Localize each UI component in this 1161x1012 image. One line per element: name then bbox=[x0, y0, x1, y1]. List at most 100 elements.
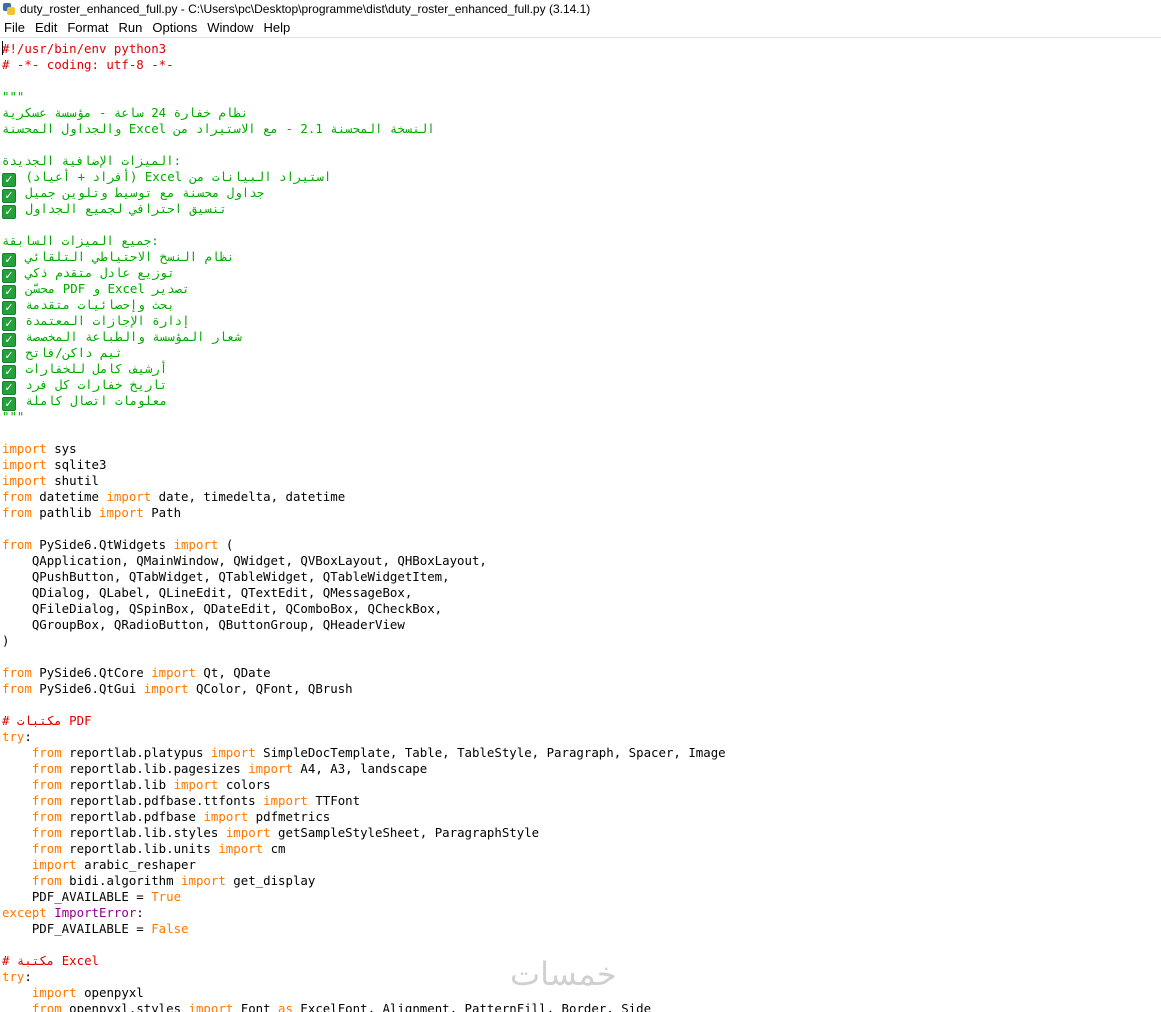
code-token: PySide6.QtGui bbox=[31, 681, 144, 696]
code-line: ) bbox=[2, 633, 9, 649]
code-line: # -*- coding: utf-8 -*- bbox=[2, 57, 174, 73]
code-token: reportlab.lib.units bbox=[61, 841, 219, 856]
code-line: from reportlab.platypus import SimpleDoc… bbox=[2, 745, 726, 761]
python-idle-icon bbox=[3, 2, 15, 15]
check-mark-icon: ✓ bbox=[2, 205, 16, 219]
code-line: from PySide6.QtCore import Qt, QDate bbox=[2, 665, 271, 681]
code-token: QDialog, QLabel, QLineEdit, QTextEdit, Q… bbox=[2, 585, 413, 600]
code-token: import bbox=[151, 665, 196, 680]
code-token: except bbox=[2, 905, 47, 920]
text-cursor bbox=[2, 41, 3, 55]
code-line: from reportlab.lib.units import cm bbox=[2, 841, 286, 857]
code-line: QGroupBox, QRadioButton, QButtonGroup, Q… bbox=[2, 617, 405, 633]
code-token: #!/usr/bin/env python3 bbox=[2, 41, 167, 56]
code-token: تنسيق احترافي لجميع الجداول bbox=[18, 201, 227, 216]
code-token: # -*- coding: utf-8 -*- bbox=[2, 57, 174, 72]
code-line: import openpyxl bbox=[2, 985, 144, 1001]
code-line: from bidi.algorithm import get_display bbox=[2, 873, 316, 889]
code-editor[interactable]: #!/usr/bin/env python3 # -*- coding: utf-… bbox=[0, 39, 1161, 1012]
code-token: date, timedelta, datetime bbox=[151, 489, 346, 504]
code-token: import bbox=[181, 873, 226, 888]
code-token: جداول محسنة مع توسيط وتلوين جميل bbox=[18, 185, 265, 200]
code-token: from bbox=[31, 745, 62, 760]
code-token: PySide6.QtWidgets bbox=[31, 537, 174, 552]
code-token: (أفراد + أعياد) Excel استيراد البيانات م… bbox=[18, 169, 332, 184]
code-line: from openpyxl.styles import Font as Exce… bbox=[2, 1001, 651, 1012]
code-line: ✓ جداول محسنة مع توسيط وتلوين جميل bbox=[2, 185, 265, 203]
code-token: get_display bbox=[225, 873, 316, 888]
code-token: توزيع عادل متقدم ذكي bbox=[18, 265, 175, 280]
code-token: أرشيف كامل للخفارات bbox=[18, 361, 168, 376]
menu-options[interactable]: Options bbox=[148, 20, 203, 35]
code-token: from bbox=[2, 537, 32, 552]
code-token: from bbox=[2, 489, 32, 504]
code-token: openpyxl bbox=[76, 985, 144, 1000]
code-token: PDF_AVAILABLE = bbox=[2, 921, 152, 936]
code-token: reportlab.pdfbase bbox=[61, 809, 204, 824]
code-token: from bbox=[31, 825, 62, 840]
code-line: """ bbox=[2, 409, 24, 425]
code-line: except ImportError: bbox=[2, 905, 144, 921]
code-line: ✓ محسّن PDF و Excel تصدير bbox=[2, 281, 190, 299]
code-token: import bbox=[143, 681, 189, 696]
code-token: import bbox=[31, 857, 77, 872]
code-line: from reportlab.pdfbase import pdfmetrics bbox=[2, 809, 330, 825]
code-token: from bbox=[2, 681, 32, 696]
code-line: ✓ بحث وإحصائيات متقدمة bbox=[2, 297, 175, 315]
code-token: reportlab.lib bbox=[61, 777, 174, 792]
code-line: from reportlab.lib.styles import getSamp… bbox=[2, 825, 539, 841]
menu-window[interactable]: Window bbox=[203, 20, 259, 35]
code-line: QDialog, QLabel, QLineEdit, QTextEdit, Q… bbox=[2, 585, 412, 601]
code-token: import bbox=[210, 745, 256, 760]
code-token: نظام خفارة 24 ساعة - مؤسسة عسكرية bbox=[2, 105, 249, 120]
code-token: from bbox=[31, 777, 62, 792]
code-token: from bbox=[31, 1001, 62, 1012]
code-token: TTFont bbox=[307, 793, 361, 808]
code-token: ExcelFont, Alignment, PatternFill, Borde… bbox=[292, 1001, 652, 1012]
code-line: ✓ إدارة الإجازات المعتمدة bbox=[2, 313, 190, 331]
code-line: ✓ نظام النسخ الاحتياطي التلقائي bbox=[2, 249, 235, 267]
code-token: نظام النسخ الاحتياطي التلقائي bbox=[18, 249, 235, 264]
code-token: PySide6.QtCore bbox=[31, 665, 152, 680]
code-token: شعار المؤسسة والطباعة المخصصة bbox=[18, 329, 242, 344]
code-line: #!/usr/bin/env python3 bbox=[2, 41, 166, 57]
code-token: import bbox=[98, 505, 144, 520]
code-line: QApplication, QMainWindow, QWidget, QVBo… bbox=[2, 553, 487, 569]
code-token: ثيم داكن/فاتح bbox=[18, 345, 123, 360]
code-token: بحث وإحصائيات متقدمة bbox=[18, 297, 175, 312]
menu-file[interactable]: File bbox=[0, 20, 31, 35]
code-token: import bbox=[2, 441, 47, 456]
code-token: PDF_AVAILABLE = bbox=[2, 889, 152, 904]
code-token: : bbox=[136, 905, 144, 920]
code-line: ✓ معلومات اتصال كاملة bbox=[2, 393, 167, 411]
code-token: import bbox=[188, 1001, 234, 1012]
code-token: False bbox=[151, 921, 189, 936]
code-token: QColor, QFont, QBrush bbox=[188, 681, 353, 696]
code-line: PDF_AVAILABLE = True bbox=[2, 889, 181, 905]
code-token: import bbox=[2, 457, 47, 472]
code-token: SimpleDocTemplate, Table, TableStyle, Pa… bbox=[255, 745, 726, 760]
code-line: PDF_AVAILABLE = False bbox=[2, 921, 189, 937]
code-token: QGroupBox, QRadioButton, QButtonGroup, Q… bbox=[2, 617, 405, 632]
menu-run[interactable]: Run bbox=[115, 20, 149, 35]
code-token: جميع الميزات السابقة: bbox=[2, 233, 159, 248]
code-token: sys bbox=[46, 441, 77, 456]
code-line: ✓ ثيم داكن/فاتح bbox=[2, 345, 123, 363]
code-token: import bbox=[31, 985, 77, 1000]
menu-bar: File Edit Format Run Options Window Help bbox=[0, 17, 1161, 38]
code-token: from bbox=[31, 761, 62, 776]
code-token: reportlab.lib.styles bbox=[61, 825, 226, 840]
code-line: ✓ (أفراد + أعياد) Excel استيراد البيانات… bbox=[2, 169, 332, 187]
code-line: الميزات الإضافية الجديدة: bbox=[2, 153, 181, 169]
code-token: from bbox=[31, 873, 62, 888]
menu-edit[interactable]: Edit bbox=[31, 20, 63, 35]
code-line: """ bbox=[2, 89, 24, 105]
code-token: import bbox=[263, 793, 308, 808]
code-token: ImportError bbox=[54, 905, 137, 920]
menu-format[interactable]: Format bbox=[63, 20, 114, 35]
menu-help[interactable]: Help bbox=[259, 20, 296, 35]
code-token: datetime bbox=[31, 489, 107, 504]
